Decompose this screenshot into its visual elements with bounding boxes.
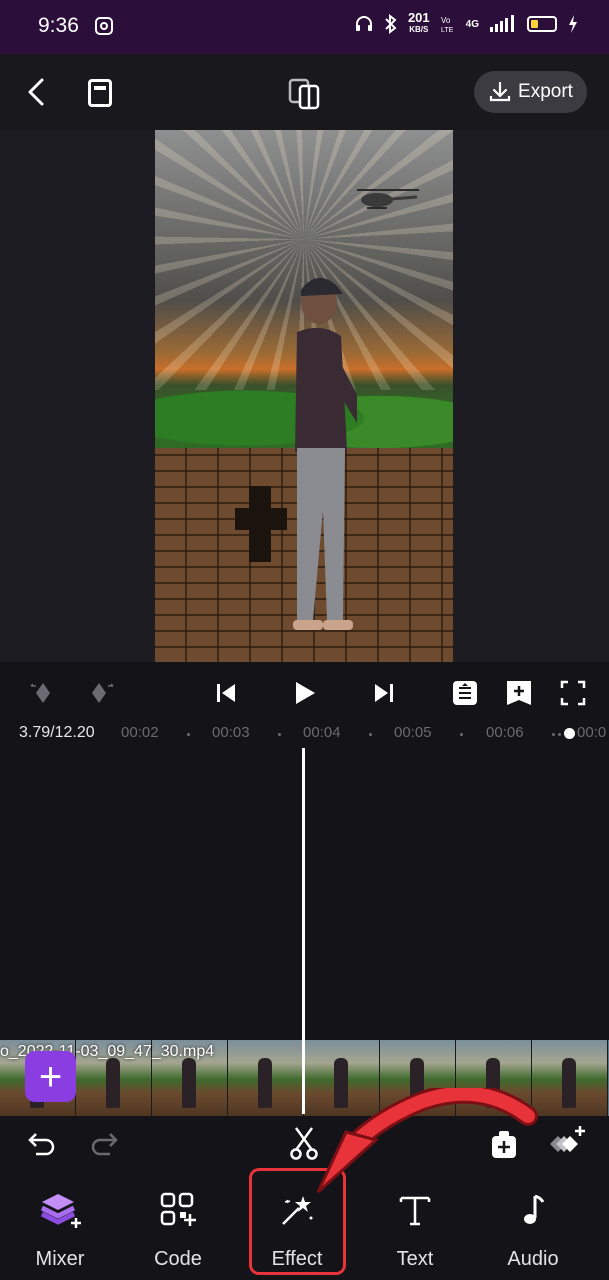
- tick-label: 00:06: [486, 724, 524, 741]
- tab-code[interactable]: Code: [123, 1180, 233, 1272]
- current-time: 3.79/12.20: [19, 724, 95, 741]
- skip-start-icon[interactable]: [214, 678, 238, 708]
- draft-icon[interactable]: [88, 79, 112, 107]
- tick-dot: [187, 733, 190, 736]
- add-clip-label: +: [38, 1054, 63, 1099]
- helicopter: [357, 189, 419, 209]
- end-marker: [564, 728, 575, 739]
- signal-icon: [490, 15, 514, 32]
- prev-keyframe-icon[interactable]: [28, 678, 58, 708]
- compare-icon[interactable]: [288, 76, 322, 110]
- editor-toolbar: Export: [0, 54, 609, 130]
- add-clip-button[interactable]: +: [25, 1051, 76, 1102]
- status-icons: 201 KB/S Vo LTE 4G: [354, 10, 579, 36]
- playback-controls: [0, 662, 609, 724]
- time-ruler[interactable]: 3.79/12.20 00:02 00:03 00:04 00:05 00:06…: [0, 724, 609, 746]
- undo-icon[interactable]: [26, 1130, 58, 1158]
- add-layer-icon[interactable]: [542, 1124, 588, 1160]
- tab-label: Text: [396, 1248, 434, 1270]
- tick-dot: [558, 733, 561, 736]
- tab-mixer[interactable]: Mixer: [5, 1180, 115, 1272]
- video-preview[interactable]: [155, 130, 453, 662]
- tick-label: 00:02: [121, 724, 159, 741]
- status-time: 9:36: [38, 14, 79, 37]
- tick-dot: [278, 733, 281, 736]
- battery-icon: [527, 16, 557, 32]
- fullscreen-icon[interactable]: [559, 678, 587, 708]
- status-bar: 9:36 201 KB/S Vo LTE 4G: [0, 0, 609, 54]
- network-type: 4G: [465, 18, 479, 30]
- next-keyframe-icon[interactable]: [86, 678, 116, 708]
- red-arrow-annotation: [316, 1088, 538, 1194]
- speed-unit: KB/S: [409, 25, 429, 34]
- export-label: Export: [518, 81, 573, 102]
- layers-icon: [40, 1194, 81, 1228]
- tab-label: Audio: [507, 1248, 559, 1270]
- charging-icon: [569, 15, 577, 33]
- speed-value: 201: [407, 10, 430, 25]
- tab-label: Code: [154, 1248, 202, 1270]
- clip-frame: [532, 1040, 608, 1116]
- tick-label: 00:0: [577, 724, 607, 741]
- tab-label: Mixer: [35, 1248, 85, 1270]
- tick-dot: [369, 733, 372, 736]
- back-icon[interactable]: [22, 76, 52, 108]
- export-button[interactable]: Export: [474, 71, 587, 113]
- tick-dot: [552, 733, 555, 736]
- qr-code-icon: [160, 1192, 196, 1226]
- add-keyframe-icon[interactable]: [505, 678, 533, 708]
- svg-text:LTE: LTE: [441, 27, 454, 34]
- track-menu-icon[interactable]: [451, 678, 479, 708]
- instagram-icon: [95, 17, 113, 35]
- svg-text:Vo: Vo: [441, 16, 451, 25]
- tick-label: 00:03: [212, 724, 250, 741]
- tick-label: 00:04: [303, 724, 341, 741]
- clip-frame: [228, 1040, 304, 1116]
- video-preview-area: [0, 130, 609, 662]
- skip-end-icon[interactable]: [372, 678, 396, 708]
- download-icon: [489, 81, 511, 102]
- play-icon[interactable]: [291, 678, 319, 708]
- bluetooth-icon: [385, 14, 397, 34]
- tick-label: 00:05: [394, 724, 432, 741]
- cross-hole-bar: [235, 508, 287, 530]
- volte-icon: Vo LTE: [441, 16, 454, 34]
- headset-icon: [355, 16, 372, 31]
- redo-icon[interactable]: [88, 1130, 120, 1158]
- playhead[interactable]: [302, 748, 305, 1114]
- tick-dot: [460, 733, 463, 736]
- person-silhouette: [293, 277, 357, 630]
- network-speed: 201 KB/S: [407, 10, 430, 36]
